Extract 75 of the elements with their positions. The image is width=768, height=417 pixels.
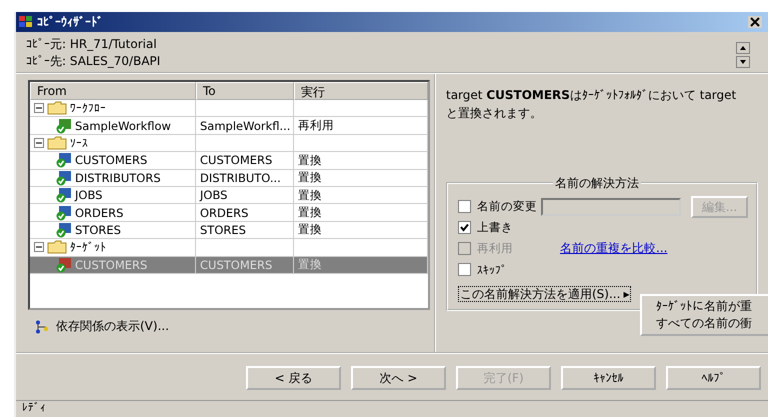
tree-row[interactable]: JOBS JOBS 置換: [30, 186, 428, 204]
action-text: 置換: [298, 188, 322, 203]
menu-item[interactable]: すべての名前の衝: [656, 315, 768, 332]
target-name: CUSTOMERS: [200, 153, 272, 168]
collapse-icon[interactable]: [34, 103, 44, 114]
target-name: JOBS: [200, 188, 228, 202]
action-text: 置換: [298, 222, 322, 238]
action-text: 再利用: [298, 118, 334, 134]
status-bar: ﾚﾃﾞｨ: [16, 400, 768, 417]
dependencies-link[interactable]: 依存関係の表示(V)...: [34, 318, 170, 335]
item-label: ｿｰｽ: [70, 136, 88, 150]
item-label: JOBS: [75, 188, 102, 202]
wizard-button[interactable]: ﾍﾙﾌﾟ: [666, 366, 761, 390]
description-text: target CUSTOMERSはﾀｰｹﾞｯﾄﾌｫﾙﾀﾞにおいて targetと置換されます。: [446, 87, 738, 122]
action-text: 置換: [298, 257, 322, 272]
object-check-icon: [54, 204, 72, 221]
folder-icon: [47, 240, 67, 254]
folder-icon: [47, 136, 67, 150]
item-label: ORDERS: [75, 206, 124, 220]
checkbox[interactable]: [458, 200, 471, 213]
action-text: 置換: [298, 152, 322, 168]
group-title: 名前の解決方法: [553, 175, 641, 192]
target-name: STORES: [200, 222, 246, 237]
option-label: 名前の変更: [477, 199, 537, 214]
column-header[interactable]: 実行: [294, 82, 428, 100]
option-label: ｽｷｯﾌﾟ: [477, 262, 507, 276]
collapse-icon[interactable]: [34, 138, 44, 148]
target-path: ｺﾋﾟｰ先: SALES_70/BAPI: [26, 53, 162, 70]
item-label: ﾀｰｹﾞｯﾄ: [70, 240, 106, 254]
tree-row[interactable]: DISTRIBUTORS DISTRIBUTO... 置換: [30, 170, 428, 187]
wizard-button[interactable]: 次へ >: [351, 366, 446, 390]
item-label: ﾜｰｸﾌﾛｰ: [70, 101, 106, 116]
scroll-down-icon[interactable]: [736, 56, 750, 68]
object-check-icon: [54, 222, 72, 238]
object-check-icon: [54, 187, 72, 204]
item-label: DISTRIBUTORS: [75, 170, 161, 185]
object-check-icon: [54, 118, 72, 134]
tree-row[interactable]: SampleWorkflow SampleWorkfl... 再利用: [30, 117, 428, 135]
column-header[interactable]: To: [196, 82, 294, 100]
checkbox[interactable]: [458, 263, 471, 276]
wizard-button[interactable]: ｷｬﾝｾﾙ: [561, 366, 656, 390]
action-text: 置換: [298, 205, 322, 220]
dependency-icon: [34, 320, 50, 334]
target-name: CUSTOMERS: [200, 258, 272, 272]
window-title: ｺﾋﾟｰｳｨｻﾞｰﾄﾞ: [37, 15, 103, 29]
folder-row[interactable]: ﾜｰｸﾌﾛｰ: [30, 100, 428, 118]
item-label: SampleWorkflow: [75, 118, 171, 133]
menu-item[interactable]: ﾀｰｹﾞｯﾄに名前が重: [656, 298, 768, 315]
folder-icon: [47, 101, 67, 116]
wizard-button[interactable]: < 戻る: [246, 366, 341, 390]
option-label: 上書き: [477, 220, 513, 235]
close-icon[interactable]: [748, 16, 762, 28]
object-check-icon: [54, 170, 72, 186]
target-name: SampleWorkfl...: [200, 118, 290, 133]
app-icon: [19, 16, 33, 28]
apply-menu-button[interactable]: この名前解決方法を適用(S)... ▸: [458, 286, 632, 302]
scroll-up-icon[interactable]: [736, 42, 750, 54]
object-check-icon: [54, 256, 72, 273]
target-name: DISTRIBUTO...: [200, 170, 281, 185]
option-label: 再利用: [477, 241, 513, 256]
action-text: 置換: [298, 170, 322, 186]
tree-row[interactable]: CUSTOMERS CUSTOMERS 置換: [30, 152, 428, 170]
item-label: STORES: [75, 222, 121, 237]
tree-row[interactable]: STORES STORES 置換: [30, 222, 428, 240]
item-label: CUSTOMERS: [75, 153, 148, 168]
collapse-icon[interactable]: [34, 242, 44, 252]
column-header[interactable]: From: [30, 82, 196, 100]
compare-link[interactable]: 名前の重複を比較...: [560, 240, 668, 257]
tree-row[interactable]: ORDERS ORDERS 置換: [30, 204, 428, 222]
checkbox[interactable]: [458, 221, 471, 234]
folder-row[interactable]: ｿｰｽ: [30, 134, 428, 152]
target-name: ORDERS: [200, 206, 248, 220]
item-label: CUSTOMERS: [75, 258, 148, 272]
object-check-icon: [54, 152, 72, 168]
source-path: ｺﾋﾟｰ元: HR_71/Tutorial: [26, 36, 158, 53]
